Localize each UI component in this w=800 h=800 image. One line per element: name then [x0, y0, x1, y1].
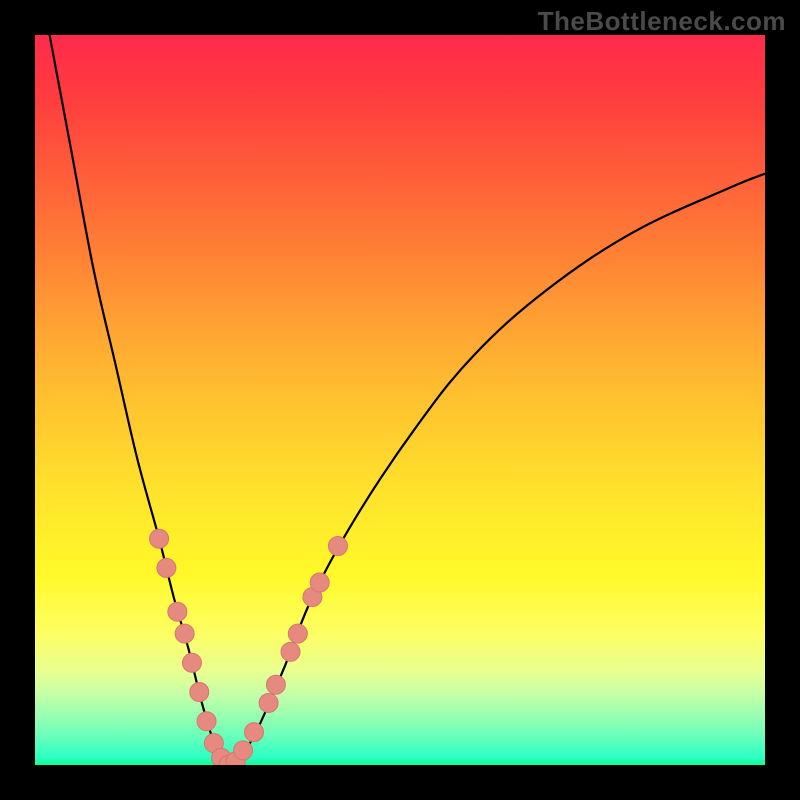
- data-marker: [266, 675, 285, 694]
- data-marker: [245, 723, 264, 742]
- data-marker: [175, 624, 194, 643]
- data-marker: [226, 752, 245, 765]
- plot-area: [35, 35, 765, 765]
- data-marker: [182, 653, 201, 672]
- data-marker: [281, 642, 300, 661]
- data-marker: [150, 529, 169, 548]
- data-markers: [150, 529, 348, 765]
- bottleneck-curve: [50, 35, 765, 765]
- data-marker: [234, 741, 253, 760]
- data-marker: [288, 624, 307, 643]
- data-marker: [204, 734, 223, 753]
- watermark-text: TheBottleneck.com: [538, 6, 786, 37]
- data-marker: [157, 558, 176, 577]
- chart-overlay: [35, 35, 765, 765]
- data-marker: [168, 602, 187, 621]
- data-marker: [219, 756, 238, 766]
- data-marker: [303, 588, 322, 607]
- data-marker: [259, 693, 278, 712]
- data-marker: [190, 683, 209, 702]
- data-marker: [328, 537, 347, 556]
- data-marker: [197, 712, 216, 731]
- data-marker: [212, 748, 231, 765]
- data-marker: [310, 573, 329, 592]
- chart-frame: TheBottleneck.com: [0, 0, 800, 800]
